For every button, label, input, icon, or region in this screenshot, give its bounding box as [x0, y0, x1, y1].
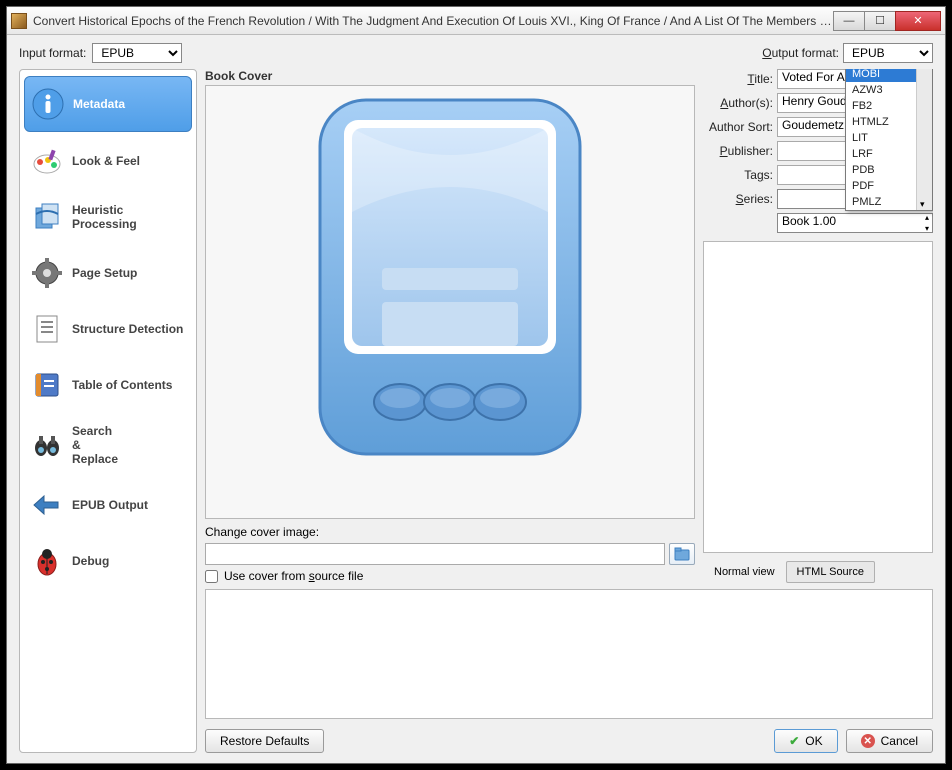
tab-normal-view[interactable]: Normal view — [703, 561, 786, 583]
doc-icon — [30, 312, 64, 346]
restore-defaults-button[interactable]: Restore Defaults — [205, 729, 324, 753]
dialog-window: Convert Historical Epochs of the French … — [6, 6, 946, 764]
window-buttons: — ☐ ✕ — [834, 11, 941, 31]
sidebar-item-look-feel[interactable]: Look & Feel — [24, 134, 192, 188]
sidebar-item-label: Metadata — [73, 97, 125, 111]
change-cover-label: Change cover image: — [205, 525, 695, 539]
sidebar-item-structure[interactable]: Structure Detection — [24, 302, 192, 356]
sidebar-item-heuristic[interactable]: Heuristic Processing — [24, 190, 192, 244]
sidebar-item-label: Table of Contents — [72, 378, 172, 392]
sidebar-item-debug[interactable]: Debug — [24, 534, 192, 588]
minimize-button[interactable]: — — [833, 11, 865, 31]
device-cover-icon — [310, 92, 590, 462]
format-row: Input format: EPUB Output format: EPUB — [19, 43, 933, 63]
change-cover-input[interactable] — [205, 543, 665, 565]
series-index-spinner[interactable]: Book 1.00 — [777, 213, 933, 233]
ok-button[interactable]: ✔OK — [774, 729, 837, 753]
book-icon — [30, 368, 64, 402]
content-area: Input format: EPUB Output format: EPUB M… — [7, 35, 945, 763]
sidebar-item-search-replace[interactable]: Search&Replace — [24, 414, 192, 476]
authors-label: Author(s): — [703, 96, 773, 110]
input-format-label: Input format: — [19, 46, 86, 60]
titlebar: Convert Historical Epochs of the French … — [7, 7, 945, 35]
upper-row: Book Cover — [205, 69, 933, 583]
bug-icon — [30, 544, 64, 578]
input-format-select[interactable]: EPUB — [92, 43, 182, 63]
metadata-column: Title:Voted For And A Author(s):Henry Go… — [703, 69, 933, 583]
open-folder-icon — [674, 547, 690, 561]
browse-cover-button[interactable] — [669, 543, 695, 565]
tab-html-source[interactable]: HTML Source — [786, 561, 875, 583]
gear-icon — [30, 256, 64, 290]
sidebar-item-label: Search&Replace — [72, 424, 118, 466]
main-area: Metadata Look & Feel Heuristic Processin… — [19, 69, 933, 753]
sidebar-item-label: Structure Detection — [72, 322, 183, 336]
window-title: Convert Historical Epochs of the French … — [33, 14, 834, 28]
publisher-label: Publisher: — [703, 144, 773, 158]
pages-icon — [30, 200, 64, 234]
binoculars-icon — [30, 428, 64, 462]
dropdown-scrollbar[interactable] — [916, 69, 932, 210]
check-icon: ✔ — [789, 734, 799, 748]
output-format-dropdown[interactable]: EPUB MOBI AZW3 FB2 HTMLZ LIT LRF PDB PDF… — [845, 69, 933, 211]
cover-preview — [205, 85, 695, 519]
arrow-left-icon — [30, 488, 64, 522]
sidebar-item-label: Look & Feel — [72, 154, 140, 168]
sidebar-item-toc[interactable]: Table of Contents — [24, 358, 192, 412]
sidebar-item-epub-output[interactable]: EPUB Output — [24, 478, 192, 532]
cancel-button[interactable]: ✕Cancel — [846, 729, 933, 753]
close-button[interactable]: ✕ — [895, 11, 941, 31]
sidebar-item-page-setup[interactable]: Page Setup — [24, 246, 192, 300]
series-label: Series: — [703, 192, 773, 206]
tags-label: Tags: — [703, 168, 773, 182]
info-icon — [31, 87, 65, 121]
sidebar-item-metadata[interactable]: Metadata — [24, 76, 192, 132]
app-icon — [11, 13, 27, 29]
sidebar: Metadata Look & Feel Heuristic Processin… — [19, 69, 197, 753]
book-cover-label: Book Cover — [205, 69, 695, 83]
sidebar-item-label: Debug — [72, 554, 109, 568]
right-pane: Book Cover — [205, 69, 933, 753]
author-sort-label: Author Sort: — [703, 120, 773, 134]
cover-column: Book Cover — [205, 69, 695, 583]
use-source-cover-checkbox[interactable] — [205, 570, 218, 583]
sidebar-item-label: Heuristic Processing — [72, 203, 186, 231]
maximize-button[interactable]: ☐ — [864, 11, 896, 31]
cancel-icon: ✕ — [861, 734, 875, 748]
output-format-label: Output format: — [762, 46, 839, 60]
use-source-cover-label: Use cover from source file — [224, 569, 363, 583]
palette-icon — [30, 144, 64, 178]
output-format-select[interactable]: EPUB — [843, 43, 933, 63]
sidebar-item-label: EPUB Output — [72, 498, 148, 512]
title-label: Title: — [703, 72, 773, 86]
sidebar-item-label: Page Setup — [72, 266, 137, 280]
comments-preview — [703, 241, 933, 553]
output-options-area — [205, 589, 933, 719]
footer: Restore Defaults ✔OK ✕Cancel — [205, 725, 933, 753]
